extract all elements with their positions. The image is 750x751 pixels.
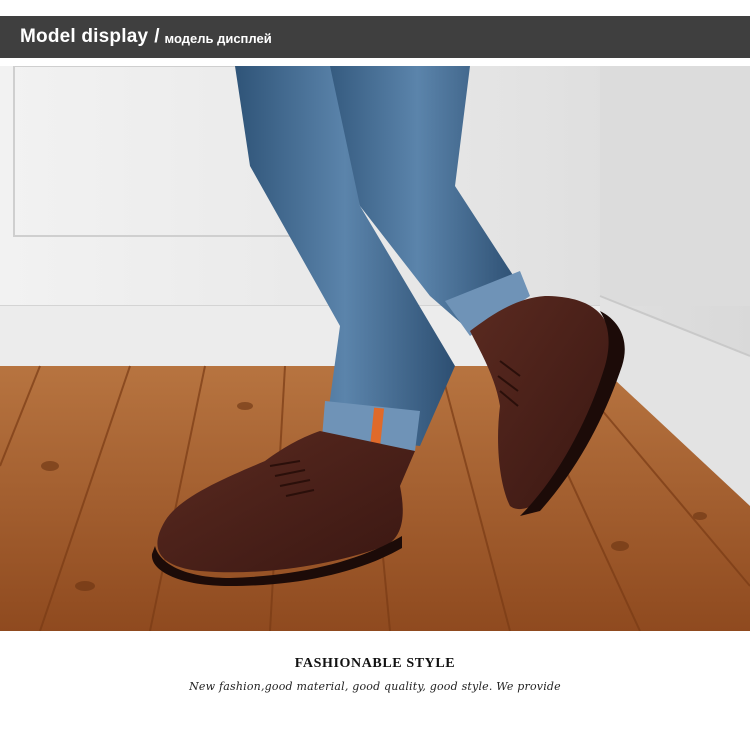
- section-title: Model display: [20, 26, 149, 47]
- wall-panel-right: [600, 66, 750, 306]
- tagline: FASHIONABLE STYLE: [294, 656, 456, 671]
- section-subtitle: модель дисплей: [164, 30, 272, 46]
- model-photo: [0, 66, 750, 631]
- description: New fashion,good material, good quality,…: [189, 680, 561, 693]
- title-separator: /: [154, 26, 160, 47]
- section-header: Model display / модель дисплей: [0, 16, 750, 58]
